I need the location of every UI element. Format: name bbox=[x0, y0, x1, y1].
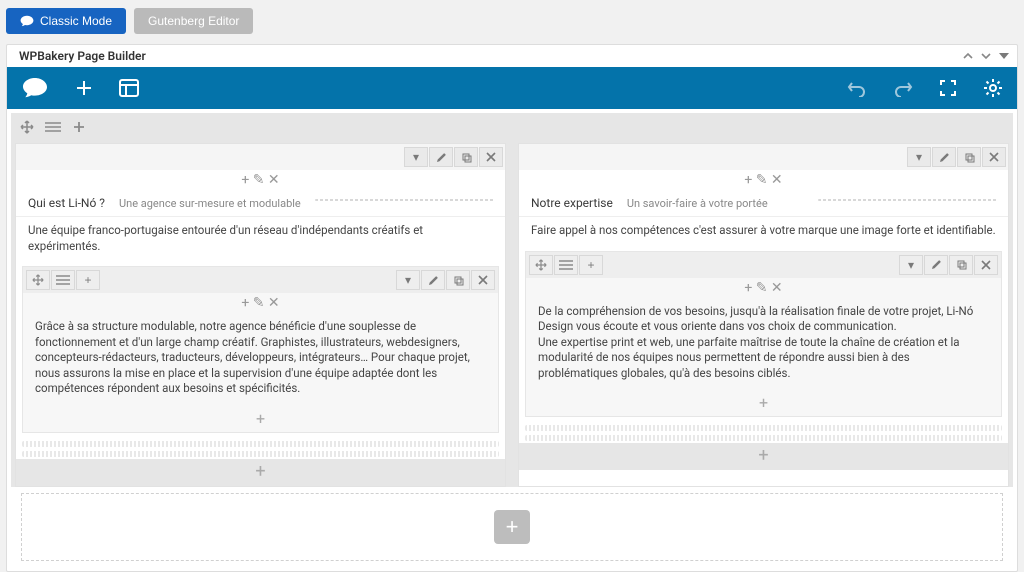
close-icon[interactable] bbox=[471, 270, 495, 290]
add-row-area: + bbox=[21, 493, 1003, 561]
column-2: · ▾ + ✎ ✕ Notre expertise Un savoir-fair… bbox=[518, 143, 1009, 487]
heading-subtitle: Une agence sur-mesure et modulable bbox=[119, 197, 301, 210]
heading-element[interactable]: Qui est Li-Nó ? Une agence sur-mesure et… bbox=[16, 190, 505, 217]
body-text[interactable]: De la compréhension de vos besoins, jusq… bbox=[526, 298, 1001, 390]
panel-header: WPBakery Page Builder bbox=[7, 45, 1017, 67]
column-1: · ▾ + ✎ ✕ Qui est Li-Nó ? Une agence sur… bbox=[15, 143, 506, 487]
separator-element[interactable] bbox=[22, 441, 499, 447]
classic-mode-label: Classic Mode bbox=[40, 14, 112, 28]
intro-text[interactable]: Une équipe franco-portugaise entourée d'… bbox=[16, 217, 505, 262]
pencil-icon[interactable] bbox=[429, 147, 453, 167]
clone-icon[interactable] bbox=[957, 147, 981, 167]
columns-wrap: · ▾ + ✎ ✕ Qui est Li-Nó ? Une agence sur… bbox=[11, 141, 1013, 487]
panel-title: WPBakery Page Builder bbox=[19, 49, 146, 63]
element-controls[interactable]: + ✎ ✕ bbox=[23, 293, 498, 313]
add-element-icon[interactable]: + bbox=[519, 443, 1008, 470]
clone-icon[interactable] bbox=[454, 147, 478, 167]
pencil-icon[interactable] bbox=[932, 147, 956, 167]
inner-row: + ▾ + ✎ ✕ De la compréhension de vos bes… bbox=[525, 251, 1002, 418]
clone-icon[interactable] bbox=[446, 270, 470, 290]
pencil-icon[interactable] bbox=[924, 255, 948, 275]
divider-icon bbox=[315, 199, 495, 201]
separator-element[interactable] bbox=[22, 451, 499, 457]
drag-row-icon[interactable] bbox=[15, 117, 39, 137]
column-more-icon[interactable]: ▾ bbox=[404, 147, 428, 167]
classic-mode-button[interactable]: Classic Mode bbox=[6, 8, 126, 34]
gear-icon[interactable] bbox=[983, 78, 1003, 98]
add-element-icon[interactable]: + bbox=[526, 389, 1001, 416]
column-more-icon[interactable]: ▾ bbox=[899, 255, 923, 275]
panel-menu-icon[interactable] bbox=[999, 53, 1009, 59]
add-column-icon[interactable]: + bbox=[579, 255, 603, 275]
row-layout-icon[interactable] bbox=[41, 117, 65, 137]
add-column-icon[interactable] bbox=[67, 117, 91, 137]
add-element-icon[interactable]: + bbox=[23, 405, 498, 432]
clone-icon[interactable] bbox=[949, 255, 973, 275]
drag-row-icon[interactable] bbox=[26, 270, 50, 290]
undo-icon[interactable] bbox=[847, 79, 867, 97]
element-controls[interactable]: + ✎ ✕ bbox=[519, 170, 1008, 190]
add-element-icon[interactable] bbox=[75, 79, 93, 97]
heading-title: Qui est Li-Nó ? bbox=[28, 196, 105, 210]
fullscreen-icon[interactable] bbox=[939, 79, 957, 97]
row-layout-icon[interactable] bbox=[51, 270, 75, 290]
redo-icon[interactable] bbox=[893, 79, 913, 97]
speech-bubble-icon bbox=[20, 15, 34, 27]
drag-row-icon[interactable] bbox=[529, 255, 553, 275]
body-text[interactable]: Grâce à sa structure modulable, notre ag… bbox=[23, 313, 498, 405]
gutenberg-label: Gutenberg Editor bbox=[148, 14, 239, 28]
gutenberg-button[interactable]: Gutenberg Editor bbox=[134, 8, 253, 34]
separator-element[interactable] bbox=[525, 435, 1002, 441]
add-row-button[interactable]: + bbox=[494, 510, 530, 544]
heading-element[interactable]: Notre expertise Un savoir-faire à votre … bbox=[519, 190, 1008, 217]
intro-text[interactable]: Faire appel à nos compétences c'est assu… bbox=[519, 217, 1008, 247]
add-element-icon[interactable]: + bbox=[16, 459, 505, 486]
row-controls bbox=[11, 113, 1013, 141]
add-column-icon[interactable]: + bbox=[76, 270, 100, 290]
heading-title: Notre expertise bbox=[531, 196, 613, 210]
column-more-icon[interactable]: ▾ bbox=[396, 270, 420, 290]
heading-subtitle: Un savoir-faire à votre portée bbox=[627, 197, 768, 210]
close-icon[interactable] bbox=[974, 255, 998, 275]
template-icon[interactable] bbox=[119, 79, 139, 97]
close-icon[interactable] bbox=[479, 147, 503, 167]
logo-icon bbox=[21, 77, 49, 99]
wpbakery-panel: WPBakery Page Builder bbox=[6, 44, 1018, 572]
divider-icon bbox=[818, 199, 998, 201]
pencil-icon[interactable] bbox=[421, 270, 445, 290]
element-controls[interactable]: + ✎ ✕ bbox=[16, 170, 505, 190]
column-more-icon[interactable]: ▾ bbox=[907, 147, 931, 167]
close-icon[interactable] bbox=[982, 147, 1006, 167]
builder-toolbar bbox=[7, 67, 1017, 109]
row-layout-icon[interactable] bbox=[554, 255, 578, 275]
element-controls[interactable]: + ✎ ✕ bbox=[526, 278, 1001, 298]
chevron-up-icon[interactable] bbox=[963, 51, 973, 61]
inner-row: + ▾ + ✎ ✕ Grâce à sa structure modulable… bbox=[22, 266, 499, 433]
separator-element[interactable] bbox=[525, 425, 1002, 431]
chevron-down-icon[interactable] bbox=[981, 51, 991, 61]
